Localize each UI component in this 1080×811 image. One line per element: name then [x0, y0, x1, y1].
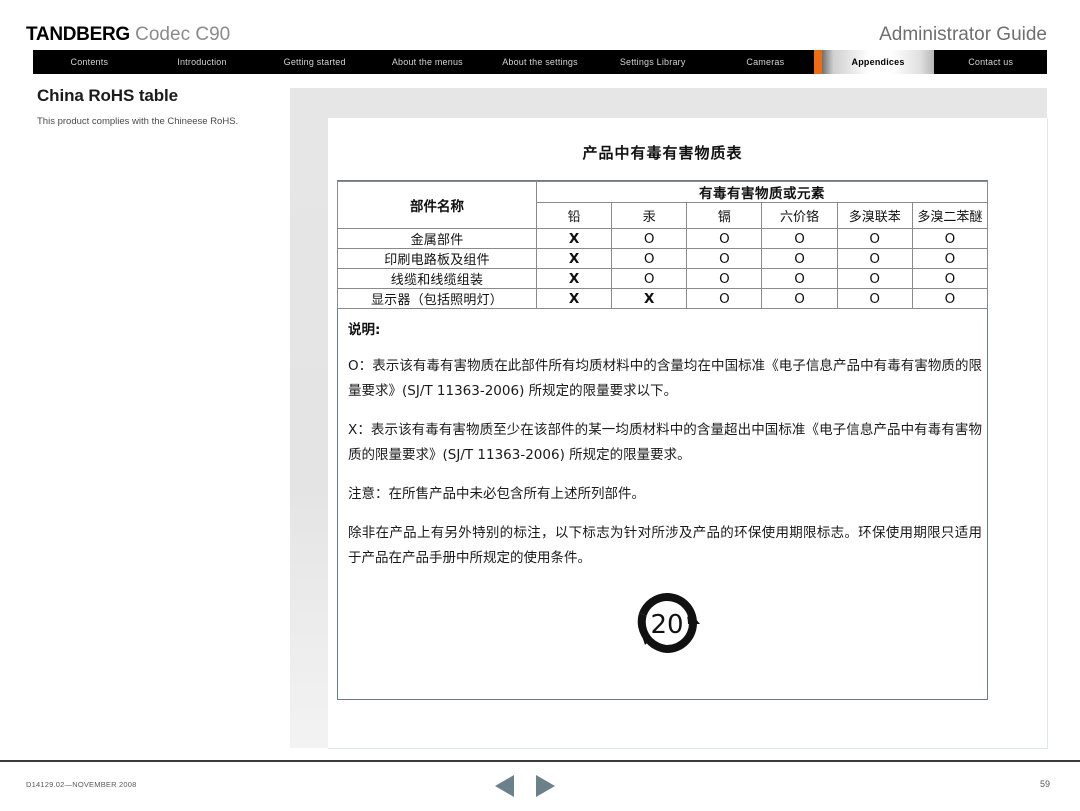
cell-mark: X: [535, 268, 613, 289]
tab-getting-started[interactable]: Getting started: [258, 50, 372, 74]
document-heading: 产品中有毒有害物质表: [582, 144, 743, 162]
notes-title: 说明:: [348, 322, 381, 338]
note-o-definition: O：表示该有毒有害物质在此部件所有均质材料中的含量均在中国标准《电子信息产品中有…: [348, 358, 982, 399]
cell-mark: O: [911, 248, 989, 269]
tab-label: Appendices: [851, 57, 905, 67]
cell-mark: O: [686, 268, 763, 289]
navigation-tabbar: Contents Introduction Getting started Ab…: [33, 50, 1048, 74]
cell-mark: O: [911, 228, 989, 249]
column-header-pbde: 多溴二苯醚: [911, 202, 989, 229]
column-header-substance-group: 有毒有害物质或元素: [536, 181, 988, 203]
column-header-hexavalent-chromium: 六价铬: [761, 202, 838, 229]
cell-mark: O: [836, 248, 913, 269]
note-attention: 注意：在所售产品中未必包含所有上述所列部件。: [348, 486, 645, 502]
tab-label: About the settings: [502, 57, 578, 67]
footer-page-navigation: [495, 774, 585, 798]
brand-logo: TANDBERG Codec C90: [26, 25, 230, 45]
cell-mark: X: [535, 288, 613, 309]
column-header-lead: 铅: [535, 202, 613, 229]
cell-mark: O: [686, 288, 763, 309]
cell-mark: O: [761, 288, 838, 309]
tab-contents[interactable]: Contents: [33, 50, 146, 74]
masthead: TANDBERG Codec C90 Administrator Guide: [0, 0, 1080, 50]
note-x-definition: X：表示该有毒有害物质至少在该部件的某一均质材料中的含量超出中国标准《电子信息产…: [348, 422, 982, 463]
epup-20-year-logo: 20: [632, 590, 702, 656]
cell-mark: X: [535, 248, 613, 269]
tab-label: Contact us: [968, 57, 1014, 67]
cell-mark: X: [611, 288, 688, 309]
tab-label: Getting started: [283, 57, 346, 67]
tab-label: About the menus: [391, 57, 463, 67]
cell-part-name: 印刷电路板及组件: [337, 248, 537, 269]
tab-cameras[interactable]: Cameras: [709, 50, 822, 74]
cell-mark: O: [836, 268, 913, 289]
cell-mark: O: [611, 248, 688, 269]
table-row: 显示器（包括照明灯） X X O O O O: [337, 288, 989, 309]
cell-mark: O: [911, 268, 989, 289]
active-tab-accent-bar: [813, 50, 822, 74]
epup-logo-value: 20: [650, 610, 683, 640]
tab-about-the-settings[interactable]: About the settings: [483, 50, 597, 74]
table-row: 金属部件 X O O O O O: [337, 228, 989, 249]
brand-name: TANDBERG: [26, 24, 130, 45]
guide-title: Administrator Guide: [879, 24, 1047, 45]
cell-mark: X: [535, 228, 613, 249]
tab-settings-library[interactable]: Settings Library: [596, 50, 710, 74]
cell-mark: O: [836, 288, 913, 309]
cell-mark: O: [911, 288, 989, 309]
footer-document-id: D14129.02—NOVEMBER 2008: [26, 780, 137, 789]
cell-part-name: 显示器（包括照明灯）: [337, 288, 537, 309]
cell-part-name: 金属部件: [337, 228, 537, 249]
table-row: 线缆和线缆组装 X O O O O O: [337, 268, 989, 289]
product-name: Codec C90: [135, 24, 231, 45]
tab-label: Introduction: [177, 57, 227, 67]
cell-mark: O: [686, 248, 763, 269]
tab-introduction[interactable]: Introduction: [145, 50, 259, 74]
column-header-cadmium: 镉: [686, 202, 763, 229]
left-column: China RoHS table This product complies w…: [37, 86, 277, 128]
cell-mark: O: [761, 248, 838, 269]
cell-mark: O: [611, 228, 688, 249]
tab-appendices[interactable]: Appendices: [813, 50, 935, 74]
previous-page-arrow-icon[interactable]: [495, 775, 514, 797]
footer-page-number: 59: [1039, 779, 1050, 789]
cell-mark: O: [761, 228, 838, 249]
china-rohs-table: 部件名称 有毒有害物质或元素 铅 汞 镉 六价铬 多溴联苯 多溴二苯醚 金属部件…: [337, 181, 989, 309]
cell-mark: O: [686, 228, 763, 249]
note-epup-period: 除非在产品上有另外特别的标注，以下标志为针对所涉及产品的环保使用期限标志。环保使…: [348, 525, 982, 566]
table-row: 印刷电路板及组件 X O O O O O: [337, 248, 989, 269]
cell-mark: O: [611, 268, 688, 289]
tab-contact-us[interactable]: Contact us: [934, 50, 1048, 74]
notes-section: 说明: O：表示该有毒有害物质在此部件所有均质材料中的含量均在中国标准《电子信息…: [348, 318, 982, 585]
tab-label: Cameras: [746, 57, 785, 67]
tab-about-the-menus[interactable]: About the menus: [371, 50, 484, 74]
cell-mark: O: [761, 268, 838, 289]
table-header-row: 部件名称 有毒有害物质或元素: [337, 181, 988, 229]
tab-label: Settings Library: [619, 57, 686, 67]
tab-label: Contents: [70, 57, 109, 67]
page-title: China RoHS table: [37, 86, 179, 105]
cell-mark: O: [836, 228, 913, 249]
column-header-mercury: 汞: [611, 202, 688, 229]
column-header-part-name: 部件名称: [337, 181, 537, 229]
cell-part-name: 线缆和线缆组装: [337, 268, 537, 289]
column-header-pbb: 多溴联苯: [836, 202, 913, 229]
next-page-arrow-icon[interactable]: [536, 775, 555, 797]
footer-divider: [0, 760, 1080, 762]
page-intro-text: This product complies with the Chineese …: [37, 116, 239, 127]
